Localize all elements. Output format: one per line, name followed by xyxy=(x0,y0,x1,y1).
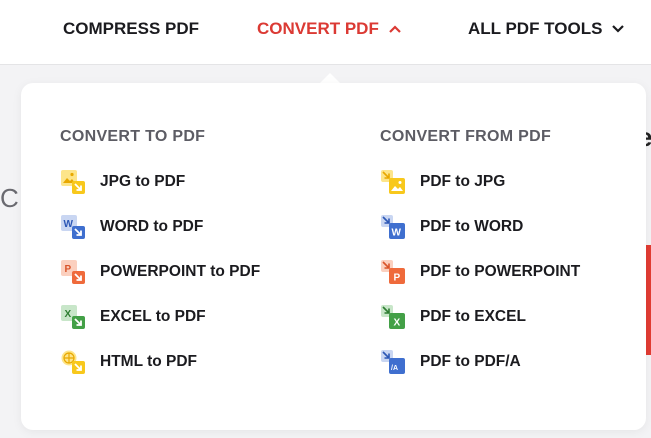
menu-item-label: POWERPOINT to PDF xyxy=(100,263,261,280)
menu-item-label: PDF to PDF/A xyxy=(420,353,521,370)
svg-text:/A: /A xyxy=(391,365,398,372)
svg-text:X: X xyxy=(394,318,401,329)
nav-convert-label: CONVERT PDF xyxy=(257,19,379,38)
pdf-to-pdfa-icon: /A xyxy=(381,350,405,374)
menu-item-label: WORD to PDF xyxy=(100,218,204,235)
svg-text:W: W xyxy=(392,228,402,239)
svg-text:P: P xyxy=(65,264,72,275)
pdf-to-word-icon: W xyxy=(381,215,405,239)
nav-compress-pdf[interactable]: COMPRESS PDF xyxy=(63,18,199,40)
dropdown-caret xyxy=(320,73,340,83)
word-to-pdf-icon: W xyxy=(61,215,85,239)
nav-all-tools-label: ALL PDF TOOLS xyxy=(468,19,603,38)
menu-item-pdf-to-excel[interactable]: X PDF to EXCEL xyxy=(380,305,580,329)
menu-item-label: PDF to EXCEL xyxy=(420,308,526,325)
menu-item-pdf-to-powerpoint[interactable]: P PDF to POWERPOINT xyxy=(380,260,580,284)
convert-pdf-dropdown: CONVERT TO PDF JPG to PDF W WORD to PDF xyxy=(21,83,646,430)
pdf-to-powerpoint-icon: P xyxy=(381,260,405,284)
menu-item-label: HTML to PDF xyxy=(100,353,198,370)
top-navigation: COMPRESS PDF CONVERT PDF ALL PDF TOOLS xyxy=(0,0,651,65)
chevron-up-icon xyxy=(389,25,401,33)
menu-item-word-to-pdf[interactable]: W WORD to PDF xyxy=(60,215,260,239)
pdf-to-jpg-icon xyxy=(381,170,405,194)
menu-item-pdf-to-pdfa[interactable]: /A PDF to PDF/A xyxy=(380,350,580,374)
jpg-to-pdf-icon xyxy=(61,170,85,194)
html-to-pdf-icon xyxy=(61,350,85,374)
menu-item-label: PDF to WORD xyxy=(420,218,524,235)
svg-text:P: P xyxy=(394,273,401,284)
menu-item-label: EXCEL to PDF xyxy=(100,308,206,325)
pdf-to-excel-icon: X xyxy=(381,305,405,329)
chevron-down-icon xyxy=(612,25,625,33)
menu-item-label: PDF to POWERPOINT xyxy=(420,263,581,280)
excel-to-pdf-icon: X xyxy=(61,305,85,329)
svg-text:X: X xyxy=(65,309,72,320)
convert-from-pdf-heading: CONVERT FROM PDF xyxy=(380,128,552,145)
convert-from-pdf-column: CONVERT FROM PDF PDF to JPG W PDF to WOR… xyxy=(380,128,580,395)
convert-to-pdf-heading: CONVERT TO PDF xyxy=(60,128,206,145)
nav-convert-pdf[interactable]: CONVERT PDF xyxy=(257,18,401,40)
menu-item-label: PDF to JPG xyxy=(420,173,506,190)
nav-compress-label: COMPRESS PDF xyxy=(63,19,200,38)
background-text-fragment-left: C xyxy=(0,183,19,213)
convert-to-pdf-column: CONVERT TO PDF JPG to PDF W WORD to PDF xyxy=(60,128,260,395)
menu-item-label: JPG to PDF xyxy=(100,173,186,190)
menu-item-jpg-to-pdf[interactable]: JPG to PDF xyxy=(60,170,260,194)
nav-all-pdf-tools[interactable]: ALL PDF TOOLS xyxy=(468,18,625,40)
powerpoint-to-pdf-icon: P xyxy=(61,260,85,284)
menu-item-powerpoint-to-pdf[interactable]: P POWERPOINT to PDF xyxy=(60,260,260,284)
menu-item-pdf-to-word[interactable]: W PDF to WORD xyxy=(380,215,580,239)
menu-item-pdf-to-jpg[interactable]: PDF to JPG xyxy=(380,170,580,194)
menu-item-html-to-pdf[interactable]: HTML to PDF xyxy=(60,350,260,374)
menu-item-excel-to-pdf[interactable]: X EXCEL to PDF xyxy=(60,305,260,329)
